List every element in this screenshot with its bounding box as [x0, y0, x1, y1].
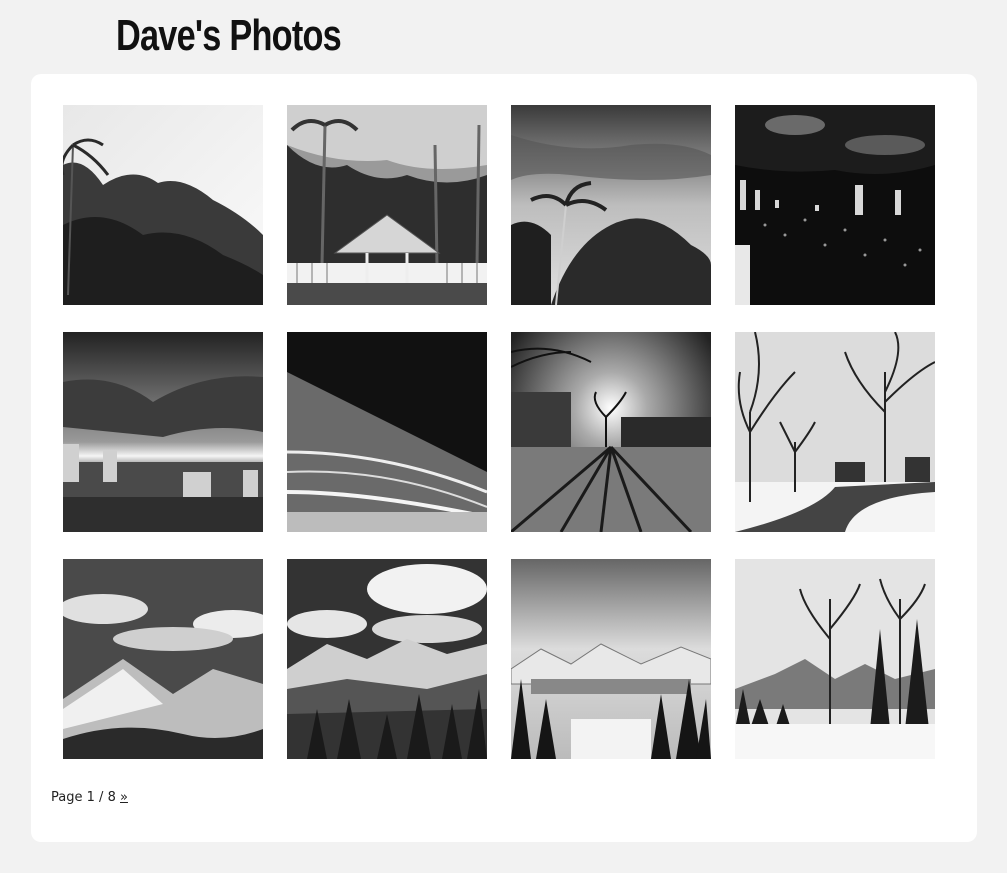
- photo-city-night[interactable]: [735, 105, 935, 305]
- pagination: Page 1 / 8 »: [51, 790, 128, 805]
- photo-mountain-lake-forest[interactable]: [511, 559, 711, 759]
- site-title: Dave's Photos: [116, 11, 342, 60]
- photo-city-clouds-sunset[interactable]: [63, 332, 263, 532]
- next-page-link[interactable]: »: [120, 790, 128, 805]
- photo-tropical-trees[interactable]: [63, 105, 263, 305]
- photo-snowy-trees-mountain[interactable]: [735, 559, 935, 759]
- photo-abstract-waves[interactable]: [287, 332, 487, 532]
- gallery-card: Page 1 / 8 »: [31, 74, 977, 842]
- photo-winter-park-trees[interactable]: [735, 332, 935, 532]
- photo-gazebo-palms[interactable]: [287, 105, 487, 305]
- photo-campus-sun-shadows[interactable]: [511, 332, 711, 532]
- page-separator: /: [99, 790, 104, 805]
- page-word: Page: [51, 790, 83, 805]
- total-pages: 8: [107, 790, 116, 805]
- photo-palm-stormy-sky[interactable]: [511, 105, 711, 305]
- photo-mountain-forest-clouds[interactable]: [287, 559, 487, 759]
- current-page: 1: [86, 790, 95, 805]
- photo-mountain-valley[interactable]: [63, 559, 263, 759]
- photo-grid: [63, 105, 935, 759]
